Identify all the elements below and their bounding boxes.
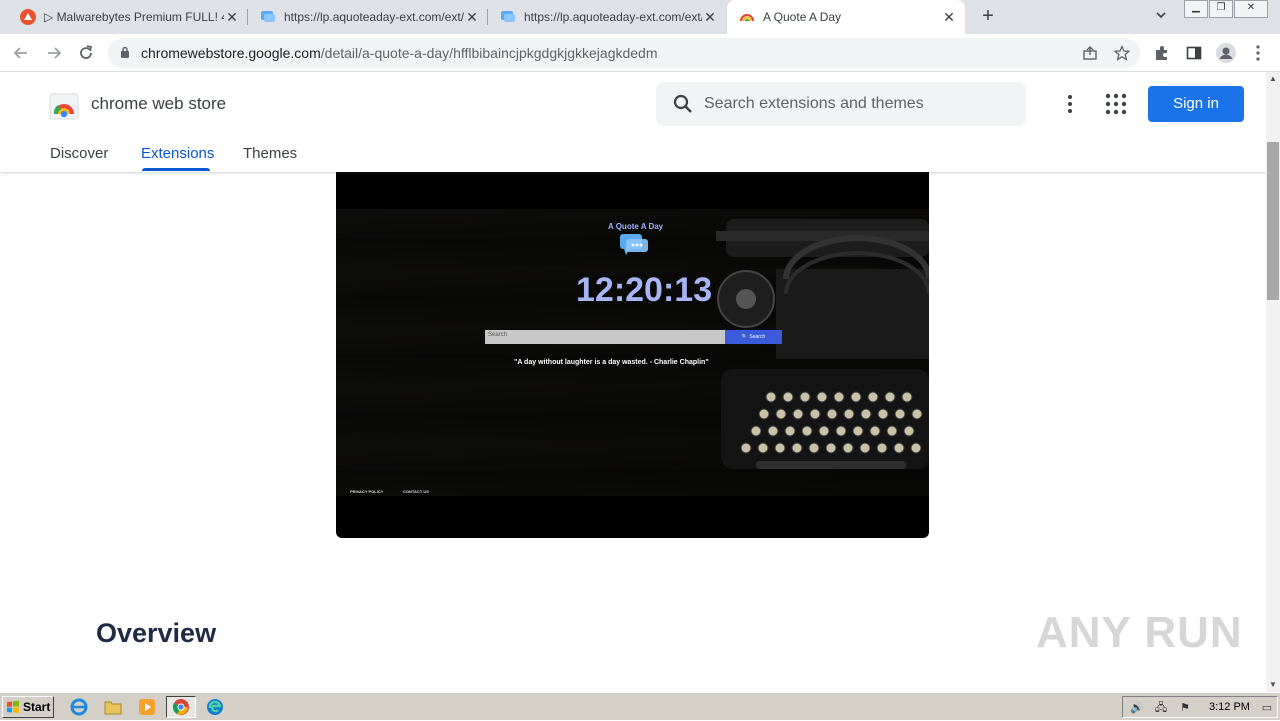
forward-arrow-icon[interactable] bbox=[42, 41, 66, 65]
minimize-button[interactable]: ▁ bbox=[1184, 0, 1208, 18]
scroll-down-arrow-icon[interactable]: ▼ bbox=[1266, 678, 1280, 692]
browser-tab-active[interactable]: A Quote A Day ✕ bbox=[727, 0, 965, 34]
overview-heading: Overview bbox=[96, 618, 217, 648]
address-bar[interactable]: chromewebstore.google.com/detail/a-quote… bbox=[108, 38, 1140, 68]
screenshot-search-placeholder: Search bbox=[488, 332, 508, 338]
internet-explorer-icon[interactable] bbox=[68, 697, 90, 717]
chrome-web-store-logo-icon[interactable] bbox=[49, 90, 79, 120]
screenshot-image: CORONA A Quote A Day 12:20:13 Search bbox=[336, 209, 929, 496]
sign-in-button[interactable]: Sign in bbox=[1148, 86, 1244, 122]
tab-themes[interactable]: Themes bbox=[243, 145, 297, 162]
screenshot-title: A Quote A Day bbox=[608, 222, 664, 231]
vertical-scrollbar[interactable]: ▲ ▼ bbox=[1266, 72, 1280, 692]
bookmark-star-icon[interactable] bbox=[1110, 41, 1134, 65]
tab-discover[interactable]: Discover bbox=[50, 145, 108, 162]
active-tab-indicator bbox=[142, 168, 210, 171]
windows-flag-icon bbox=[7, 700, 19, 713]
chevron-down-icon[interactable] bbox=[1152, 8, 1170, 26]
chat-bubble-icon bbox=[620, 234, 648, 255]
tab-title: https://lp.aquoteaday-ext.com/ext/ bbox=[524, 10, 702, 24]
start-label: Start bbox=[23, 700, 51, 714]
anyrun-watermark: ANY RUN bbox=[1036, 608, 1243, 657]
quote-bubble-favicon bbox=[501, 11, 515, 22]
network-icon[interactable]: 🖧 bbox=[1153, 700, 1169, 716]
show-desktop-icon[interactable]: ▭ bbox=[1259, 700, 1275, 716]
tab-title: A Quote A Day bbox=[763, 10, 842, 24]
screenshot-footer-contact: CONTACT US bbox=[403, 489, 429, 494]
browser-toolbar: chromewebstore.google.com/detail/a-quote… bbox=[0, 34, 1280, 72]
screenshot-quote: "A day without laughter is a day wasted.… bbox=[514, 359, 709, 366]
scrollbar-thumb[interactable] bbox=[1267, 142, 1279, 300]
screenshot-search-button: 🔍 Search bbox=[725, 330, 782, 344]
start-button[interactable]: Start bbox=[2, 696, 54, 718]
tab-extensions[interactable]: Extensions bbox=[141, 145, 214, 162]
browser-tab-1[interactable]: ▷ Malwarebytes Premium FULL! 4.6. ✕ bbox=[8, 0, 248, 34]
taskbar-clock[interactable]: 3:12 PM bbox=[1209, 701, 1250, 713]
close-icon[interactable]: ✕ bbox=[464, 9, 480, 25]
close-icon[interactable]: ✕ bbox=[702, 9, 718, 25]
extensions-puzzle-icon[interactable] bbox=[1150, 41, 1174, 65]
url-path: /detail/a-quote-a-day/hfflbibaincjpkgdgk… bbox=[320, 45, 658, 61]
file-explorer-icon[interactable] bbox=[102, 697, 124, 717]
windows-taskbar: Start 🔊 🖧 ⚑ 3:12 PM ▭ bbox=[0, 692, 1280, 720]
screenshot-clock: 12:20:13 bbox=[576, 271, 713, 309]
tab-title: https://lp.aquoteaday-ext.com/ext/ bbox=[284, 10, 464, 24]
search-icon bbox=[673, 94, 692, 113]
screenshot-search-bar bbox=[485, 330, 725, 344]
browser-tab-3[interactable]: https://lp.aquoteaday-ext.com/ext/ ✕ bbox=[488, 0, 726, 34]
lock-icon bbox=[121, 46, 129, 58]
rainbow-favicon bbox=[740, 14, 754, 22]
store-header: chrome web store Sign in Discover Extens… bbox=[0, 72, 1266, 172]
profile-avatar-icon[interactable] bbox=[1214, 41, 1238, 65]
google-apps-icon[interactable] bbox=[1104, 92, 1128, 116]
browser-menu-icon[interactable] bbox=[1246, 41, 1270, 65]
store-name[interactable]: chrome web store bbox=[91, 94, 226, 114]
edge-browser-icon[interactable] bbox=[204, 697, 226, 717]
side-panel-icon[interactable] bbox=[1182, 41, 1206, 65]
system-tray: 🔊 🖧 ⚑ 3:12 PM ▭ bbox=[1122, 696, 1278, 718]
reload-icon[interactable] bbox=[74, 41, 98, 65]
screenshot-footer-privacy: PRIVACY POLICY bbox=[350, 489, 384, 494]
restore-button[interactable]: ❐ bbox=[1209, 0, 1233, 18]
more-options-icon[interactable] bbox=[1058, 92, 1082, 116]
url-text: chromewebstore.google.com/detail/a-quote… bbox=[141, 45, 658, 61]
new-tab-button[interactable]: + bbox=[976, 5, 1000, 29]
tab-title: ▷ Malwarebytes Premium FULL! 4.6. bbox=[44, 10, 224, 24]
malwarebytes-favicon bbox=[20, 9, 36, 25]
chrome-taskbar-icon[interactable] bbox=[166, 696, 196, 718]
extension-screenshot[interactable]: CORONA A Quote A Day 12:20:13 Search bbox=[336, 172, 929, 538]
tab-strip: ▷ Malwarebytes Premium FULL! 4.6. ✕ http… bbox=[0, 0, 1280, 34]
search-input[interactable] bbox=[704, 92, 1004, 116]
scroll-up-arrow-icon[interactable]: ▲ bbox=[1266, 72, 1280, 86]
web-page: chrome web store Sign in Discover Extens… bbox=[0, 72, 1266, 692]
share-icon[interactable] bbox=[1078, 41, 1102, 65]
close-window-button[interactable]: ✕ bbox=[1234, 0, 1268, 18]
quote-bubble-favicon bbox=[261, 11, 275, 22]
back-arrow-icon[interactable] bbox=[9, 41, 33, 65]
typewriter-image: CORONA bbox=[716, 219, 929, 469]
browser-tab-2[interactable]: https://lp.aquoteaday-ext.com/ext/ ✕ bbox=[248, 0, 488, 34]
media-player-icon[interactable] bbox=[136, 697, 158, 717]
close-icon[interactable]: ✕ bbox=[941, 9, 957, 25]
close-icon[interactable]: ✕ bbox=[224, 9, 240, 25]
store-search-box[interactable] bbox=[656, 82, 1026, 126]
url-host: chromewebstore.google.com bbox=[141, 45, 321, 61]
volume-icon[interactable]: 🔊 bbox=[1129, 700, 1145, 716]
action-center-flag-icon[interactable]: ⚑ bbox=[1177, 700, 1193, 716]
